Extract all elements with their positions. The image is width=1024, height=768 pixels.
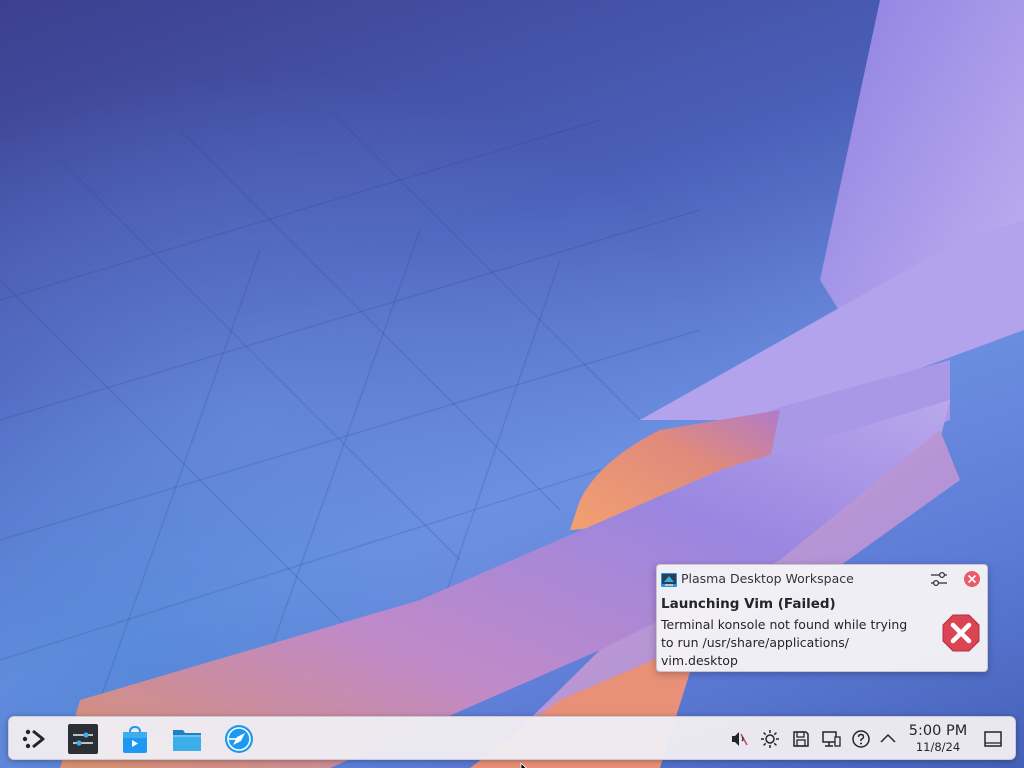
sun-icon[interactable] [760,729,780,749]
notification-popup[interactable]: Plasma Desktop Workspace Launching Vim (… [656,564,988,672]
folder-icon[interactable] [171,723,203,755]
chevron-up-icon[interactable] [878,729,898,749]
question-circle-icon[interactable] [851,729,871,749]
clock-time: 5:00 PM [908,723,968,739]
notification-title: Launching Vim (Failed) [661,596,836,612]
notification-body-line: Terminal konsole not found while trying [661,617,908,632]
speaker-muted-icon[interactable] [729,729,749,749]
mouse-cursor-icon [520,758,530,768]
notification-header: Plasma Desktop Workspace [657,565,987,593]
taskbar-panel: 5:00 PM 11/8/24 [8,716,1016,760]
floppy-disk-icon[interactable] [791,729,811,749]
notification-body-line: vim.desktop [661,653,738,668]
close-icon[interactable] [963,570,981,588]
digital-clock[interactable]: 5:00 PM 11/8/24 [903,722,973,756]
show-desktop-icon[interactable] [983,729,1003,749]
plasma-workspace-icon [661,572,677,587]
notification-body: Terminal konsole not found while trying … [661,616,923,670]
sliders-icon[interactable] [67,723,99,755]
notification-app-name: Plasma Desktop Workspace [681,571,854,586]
kde-compass-icon[interactable] [223,723,255,755]
shopping-bag-icon[interactable] [119,723,151,755]
kde-launcher-icon[interactable] [19,723,51,755]
clock-date: 11/8/24 [915,740,961,754]
error-x-icon [941,613,981,653]
notification-settings-icon[interactable] [929,569,949,589]
notification-body-line: to run /usr/share/applications/ [661,635,850,650]
network-monitor-icon[interactable] [821,729,841,749]
